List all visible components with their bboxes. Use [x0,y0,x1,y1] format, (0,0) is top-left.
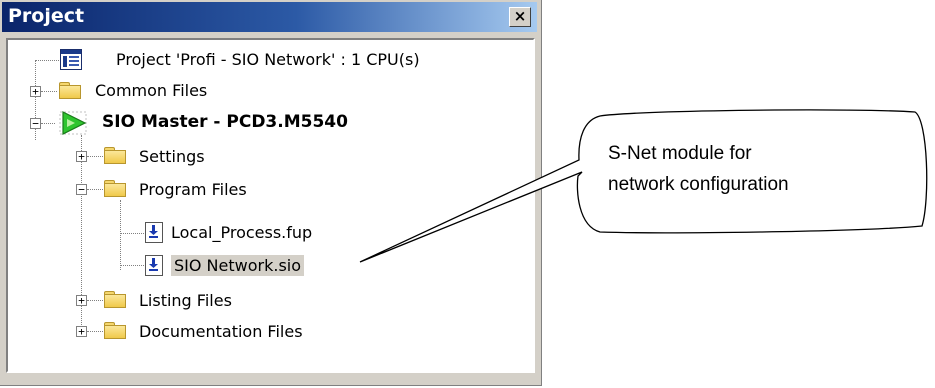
callout-text: S-Net module for network configuration [608,138,789,200]
callout-bubble [359,109,928,263]
callout-line-2: network configuration [608,174,789,195]
callout-line-1: S-Net module for [608,143,752,164]
